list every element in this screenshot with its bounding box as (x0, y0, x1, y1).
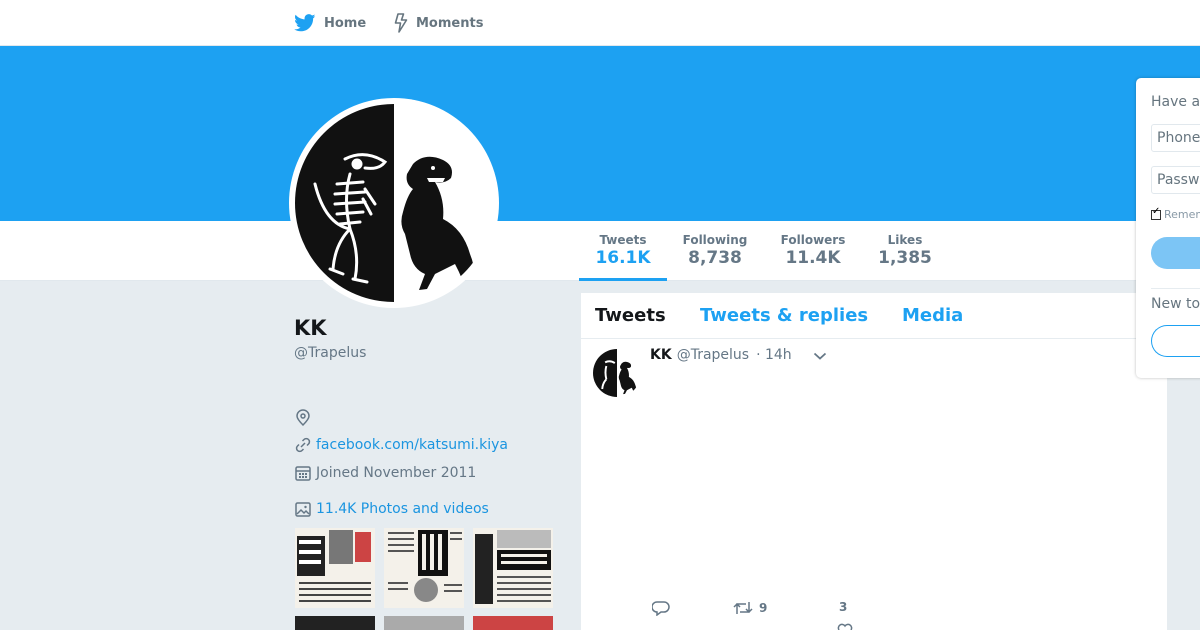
media-thumbnail[interactable] (473, 616, 553, 630)
newspaper-clipping-image (295, 528, 375, 608)
login-title: Have a (1151, 94, 1200, 110)
profile-name[interactable]: KK (294, 316, 327, 340)
stat-likes[interactable]: Likes 1,385 (875, 233, 935, 268)
profile-location (294, 409, 316, 427)
tab-tweets-and-replies[interactable]: Tweets & replies (700, 305, 868, 326)
stat-followers-value: 11.4K (785, 248, 841, 268)
media-thumbnail[interactable] (295, 528, 375, 608)
remember-checkbox[interactable] (1151, 206, 1161, 220)
newspaper-clipping-image (384, 528, 464, 608)
media-thumbnail[interactable] (384, 616, 464, 630)
heart-icon[interactable] (836, 622, 854, 630)
stat-tweets-label: Tweets (599, 233, 647, 247)
stat-following[interactable]: Following 8,738 (680, 233, 750, 268)
stat-followers[interactable]: Followers 11.4K (778, 233, 848, 268)
profile-joined: Joined November 2011 (294, 464, 476, 482)
top-navigation: Home Moments (0, 0, 1200, 46)
profile-banner (0, 46, 1200, 221)
website-link[interactable]: facebook.com/katsumi.kiya (316, 437, 508, 453)
reply-button[interactable] (652, 600, 676, 616)
remember-label: Remem (1164, 208, 1200, 221)
tab-tweets[interactable]: Tweets (595, 305, 666, 326)
tab-media[interactable]: Media (902, 305, 963, 326)
signup-button[interactable] (1151, 325, 1200, 357)
nav-home-link[interactable]: Home (294, 0, 366, 46)
retweet-button[interactable]: 9 (733, 600, 767, 616)
link-icon (295, 437, 311, 453)
like-count: 3 (839, 600, 848, 614)
profile-handle[interactable]: @Trapelus (294, 345, 366, 361)
stat-following-label: Following (682, 233, 748, 247)
image-icon (295, 502, 311, 517)
tweet-header: KK @Trapelus · 14h (650, 347, 792, 363)
login-panel: Have a Phone Passw Remem New to (1136, 78, 1200, 378)
stat-likes-label: Likes (887, 233, 923, 247)
chevron-down-icon[interactable] (813, 351, 827, 361)
stat-active-underline (579, 278, 667, 281)
phone-input[interactable]: Phone (1151, 124, 1200, 152)
profile-media-link[interactable]: 11.4K Photos and videos (294, 500, 489, 518)
profile-website: facebook.com/katsumi.kiya (294, 436, 508, 454)
password-input[interactable]: Passw (1151, 166, 1200, 194)
login-button[interactable] (1151, 237, 1200, 269)
nav-home-label: Home (324, 15, 367, 31)
stat-likes-value: 1,385 (878, 248, 932, 268)
tweet-author-handle[interactable]: @Trapelus (677, 347, 749, 363)
login-divider (1151, 288, 1200, 289)
reply-icon (652, 601, 670, 616)
remember-me[interactable]: Remem (1151, 206, 1200, 221)
calendar-icon (295, 466, 311, 481)
lightning-icon (394, 13, 408, 33)
nav-moments-label: Moments (416, 15, 484, 31)
media-count-link[interactable]: 11.4K Photos and videos (316, 501, 489, 517)
media-thumbnail[interactable] (473, 528, 553, 608)
twitter-bird-icon (294, 14, 316, 32)
timeline-panel: Tweets Tweets & replies Media (580, 292, 1169, 630)
stat-followers-label: Followers (780, 233, 846, 247)
stat-tweets-value: 16.1K (595, 248, 651, 268)
dinosaur-avatar-image (593, 349, 641, 397)
location-pin-icon (296, 409, 310, 427)
retweet-icon (733, 602, 753, 614)
tweet-timestamp[interactable]: · 14h (756, 347, 792, 363)
dinosaur-avatar-image (295, 104, 493, 302)
retweet-count: 9 (759, 601, 768, 615)
media-thumbnail[interactable] (384, 528, 464, 608)
joined-date: Joined November 2011 (316, 465, 477, 481)
nav-moments-link[interactable]: Moments (394, 0, 483, 46)
media-thumbnail[interactable] (295, 616, 375, 630)
signup-prompt: New to (1151, 296, 1200, 312)
timeline-tabs: Tweets Tweets & replies Media (581, 293, 1169, 339)
profile-avatar[interactable] (289, 98, 499, 308)
stat-tweets[interactable]: Tweets 16.1K (593, 233, 653, 268)
newspaper-clipping-image (473, 528, 553, 608)
tweet-author-name[interactable]: KK (650, 347, 672, 363)
like-button[interactable]: 3 (836, 600, 847, 614)
tweet-avatar[interactable] (593, 349, 641, 397)
stat-following-value: 8,738 (688, 248, 742, 268)
